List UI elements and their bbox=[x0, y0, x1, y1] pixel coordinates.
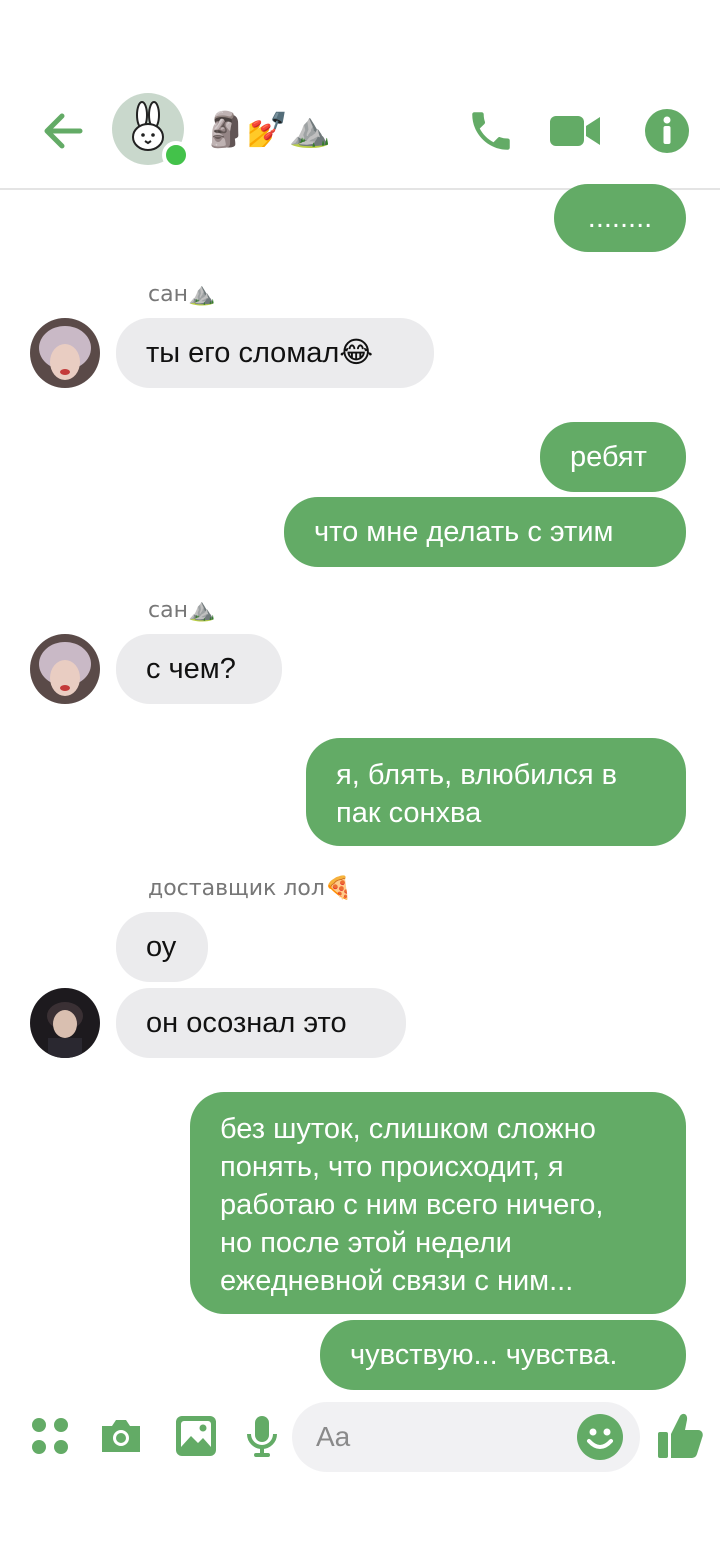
info-icon[interactable] bbox=[644, 108, 690, 154]
message-incoming[interactable]: ты его сломал😂 bbox=[116, 318, 434, 388]
message-incoming[interactable]: с чем? bbox=[116, 634, 282, 704]
sender-name: доставщик лол🍕 bbox=[148, 876, 353, 901]
sender-name: сан⛰️ bbox=[148, 282, 216, 307]
gallery-icon[interactable] bbox=[174, 1414, 218, 1458]
message-composer bbox=[0, 1392, 720, 1560]
message-outgoing[interactable]: ........ bbox=[554, 184, 686, 252]
message-incoming[interactable]: он осознал это bbox=[116, 988, 406, 1058]
message-list[interactable]: ........ сан⛰️ ты его сломал😂 ребят что … bbox=[0, 184, 720, 1392]
avatar-photo bbox=[30, 634, 100, 704]
thumbs-up-icon[interactable] bbox=[656, 1410, 704, 1460]
message-input[interactable] bbox=[316, 1416, 566, 1458]
message-outgoing[interactable]: что мне делать с этим bbox=[284, 497, 686, 567]
emoji-icon[interactable] bbox=[576, 1413, 624, 1461]
camera-icon[interactable] bbox=[98, 1414, 144, 1458]
phone-icon[interactable] bbox=[466, 106, 516, 156]
avatar[interactable] bbox=[30, 988, 100, 1058]
message-input-wrapper bbox=[292, 1402, 640, 1472]
chat-title[interactable]: 🗿💅⛰️ bbox=[204, 108, 331, 152]
online-status-dot bbox=[162, 141, 190, 169]
sender-name: сан⛰️ bbox=[148, 598, 216, 623]
avatar-photo bbox=[30, 988, 100, 1058]
apps-icon[interactable] bbox=[28, 1414, 72, 1458]
message-outgoing[interactable]: ребят bbox=[540, 422, 686, 492]
video-camera-icon[interactable] bbox=[548, 106, 602, 156]
avatar[interactable] bbox=[30, 318, 100, 388]
microphone-icon[interactable] bbox=[244, 1414, 280, 1458]
avatar-photo bbox=[30, 318, 100, 388]
avatar[interactable] bbox=[30, 634, 100, 704]
message-outgoing[interactable]: чувствую... чувства. bbox=[320, 1320, 686, 1390]
back-arrow-icon[interactable] bbox=[40, 108, 86, 154]
message-incoming[interactable]: оу bbox=[116, 912, 208, 982]
message-outgoing[interactable]: без шуток, слишком сложно понять, что пр… bbox=[190, 1092, 686, 1314]
chat-header: 🗿💅⛰️ bbox=[0, 0, 720, 190]
group-avatar[interactable] bbox=[112, 93, 190, 169]
message-outgoing[interactable]: я, блять, влюбился в пак сонхва bbox=[306, 738, 686, 846]
